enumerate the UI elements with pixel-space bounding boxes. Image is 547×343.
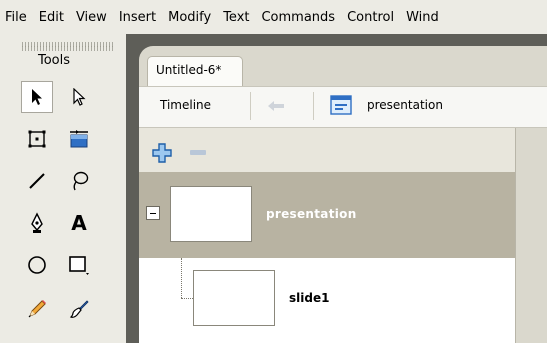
- menu-bar: File Edit View Insert Modify Text Comman…: [0, 0, 547, 34]
- stage-edge: [515, 128, 547, 343]
- tree-connector-vertical: [181, 258, 182, 298]
- menu-view[interactable]: View: [70, 10, 113, 25]
- svg-text:A: A: [71, 212, 87, 234]
- rectangle-tool-icon[interactable]: [63, 249, 95, 281]
- screen-label-presentation[interactable]: presentation: [266, 207, 357, 221]
- current-scene-label[interactable]: presentation: [367, 98, 443, 112]
- oval-tool-icon[interactable]: [21, 249, 53, 281]
- menu-text[interactable]: Text: [217, 10, 255, 25]
- edit-bar-separator: [250, 92, 251, 120]
- scene-icon: [330, 95, 352, 115]
- selection-tool-icon[interactable]: [21, 81, 53, 113]
- pen-tool-icon[interactable]: [21, 207, 53, 239]
- tools-panel: Tools A: [0, 34, 126, 343]
- remove-screen-icon[interactable]: [190, 150, 206, 155]
- pencil-tool-icon[interactable]: [21, 293, 53, 325]
- menu-commands[interactable]: Commands: [255, 10, 341, 25]
- back-arrow-icon[interactable]: [263, 98, 289, 114]
- brush-tool-icon[interactable]: [63, 293, 95, 325]
- screen-thumbnail-slide1[interactable]: [193, 270, 275, 326]
- free-transform-tool-icon[interactable]: [21, 123, 53, 155]
- lasso-tool-icon[interactable]: [63, 165, 95, 197]
- menu-modify[interactable]: Modify: [162, 10, 217, 25]
- menu-control[interactable]: Control: [341, 10, 400, 25]
- panel-grip-lower[interactable]: [22, 46, 114, 51]
- tools-panel-title: Tools: [38, 53, 71, 68]
- subselection-tool-icon[interactable]: [63, 81, 95, 113]
- add-screen-icon[interactable]: [151, 142, 173, 164]
- tree-connector-horizontal: [181, 298, 193, 299]
- menu-file[interactable]: File: [0, 10, 33, 25]
- text-tool-icon[interactable]: A: [63, 207, 95, 239]
- line-tool-icon[interactable]: [21, 165, 53, 197]
- document-tab[interactable]: Untitled-6*: [147, 56, 243, 86]
- screen-label-slide1[interactable]: slide1: [289, 291, 329, 305]
- gradient-transform-tool-icon[interactable]: [63, 123, 95, 155]
- edit-bar-separator-2: [313, 92, 314, 120]
- menu-window[interactable]: Wind: [400, 10, 445, 25]
- collapse-toggle-icon[interactable]: [146, 206, 160, 220]
- menu-insert[interactable]: Insert: [113, 10, 162, 25]
- timeline-button[interactable]: Timeline: [160, 98, 211, 112]
- screen-thumbnail-presentation[interactable]: [170, 186, 252, 242]
- menu-edit[interactable]: Edit: [33, 10, 70, 25]
